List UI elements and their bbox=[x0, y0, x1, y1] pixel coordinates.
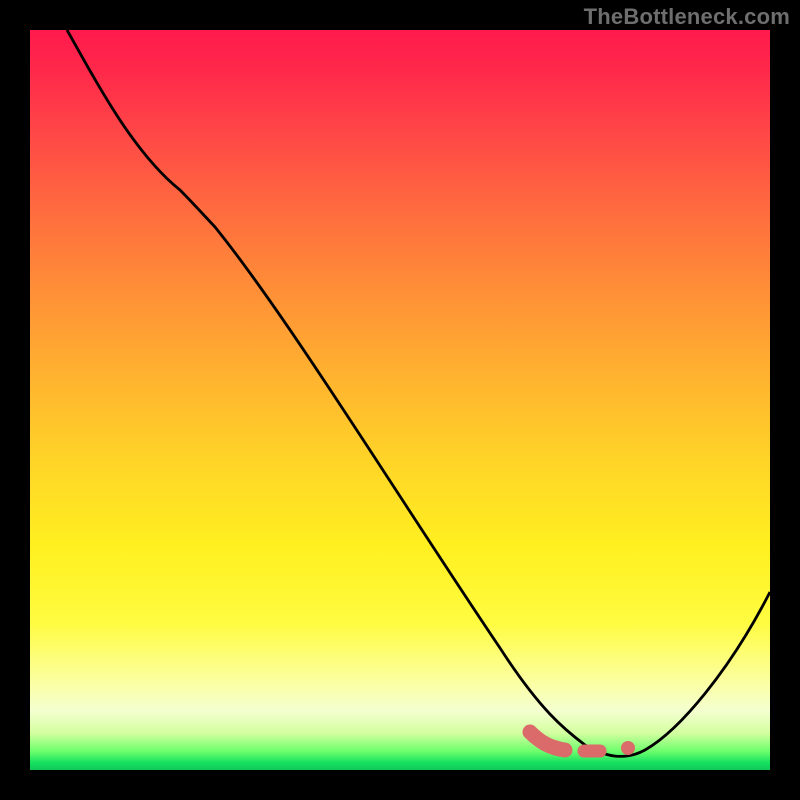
watermark-text: TheBottleneck.com bbox=[584, 4, 790, 30]
plot-area bbox=[30, 30, 770, 770]
chart-svg bbox=[30, 30, 770, 770]
bottleneck-curve bbox=[67, 30, 770, 756]
marker-dot-c bbox=[621, 741, 635, 755]
outer-frame: TheBottleneck.com bbox=[0, 0, 800, 800]
marker-segment-a bbox=[530, 732, 565, 750]
